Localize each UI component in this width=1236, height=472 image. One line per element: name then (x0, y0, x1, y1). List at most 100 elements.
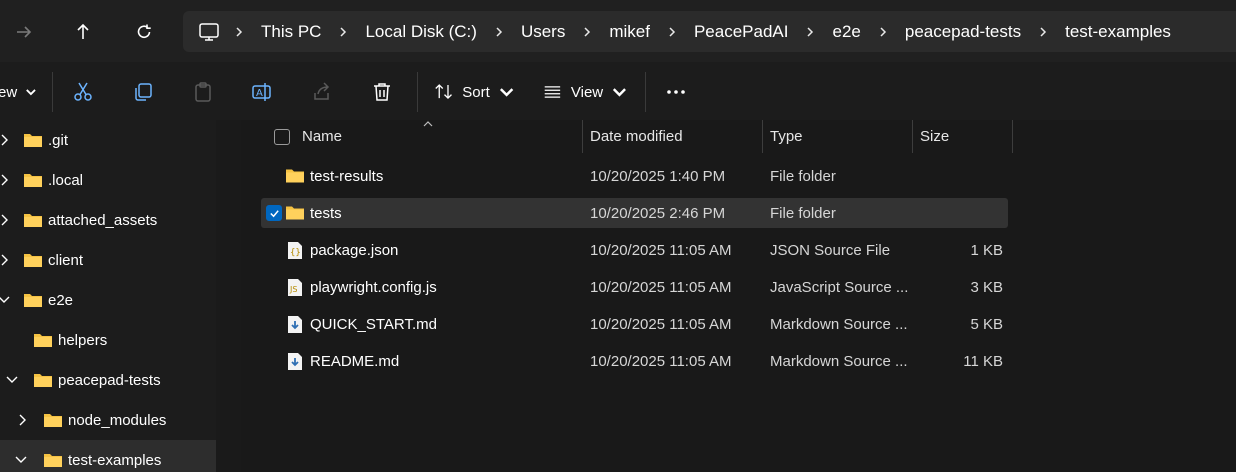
share-icon (314, 82, 330, 100)
sort-label: Sort (462, 83, 490, 101)
chevron-right-icon[interactable] (0, 253, 12, 267)
file-type: File folder (770, 204, 836, 222)
file-date: 10/20/2025 2:46 PM (590, 204, 726, 222)
breadcrumb-separator-icon[interactable] (1035, 26, 1051, 38)
column-header-label: Name (302, 128, 343, 145)
column-divider[interactable] (762, 120, 763, 153)
column-header-type[interactable]: Type (770, 120, 912, 153)
breadcrumb-separator-icon[interactable] (802, 26, 818, 38)
file-row-readme[interactable]: README.md 10/20/2025 11:05 AM Markdown S… (261, 346, 1008, 376)
breadcrumb-separator-icon[interactable] (579, 26, 595, 38)
column-header-size[interactable]: Size (920, 120, 1012, 153)
breadcrumb-separator-icon[interactable] (335, 26, 351, 38)
file-row-package-json[interactable]: {} package.json 10/20/2025 11:05 AM JSON… (261, 235, 1008, 265)
chevron-down-icon[interactable] (14, 453, 28, 467)
scissors-icon (74, 82, 92, 101)
new-button[interactable]: ew (0, 74, 38, 110)
chevron-down-icon (499, 88, 514, 97)
chevron-down-icon (613, 88, 627, 97)
tree-item-label: .local (48, 171, 84, 189)
column-header-name[interactable]: Name (302, 120, 582, 153)
view-label: View (570, 83, 604, 101)
cut-button[interactable] (64, 74, 102, 110)
address-row: This PC Local Disk (C:) Users mikef Peac… (0, 0, 1236, 62)
breadcrumb-this-pc[interactable]: This PC (247, 22, 335, 42)
view-button[interactable]: View (543, 74, 629, 110)
copy-icon (135, 83, 152, 101)
file-list: Name Date modified Type Size test-result… (241, 120, 1236, 472)
markdown-file-icon (288, 316, 302, 333)
breadcrumb-peacepadai[interactable]: PeacePadAI (680, 22, 803, 42)
rename-button[interactable]: A (243, 74, 281, 110)
chevron-right-icon[interactable] (0, 133, 12, 147)
breadcrumb-users[interactable]: Users (507, 22, 579, 42)
tree-item-label: peacepad-tests (58, 371, 161, 389)
file-row-playwright-config[interactable]: JS playwright.config.js 10/20/2025 11:05… (261, 272, 1008, 302)
column-divider[interactable] (582, 120, 583, 153)
file-type: File folder (770, 167, 836, 185)
file-name: playwright.config.js (310, 278, 437, 296)
folder-icon (24, 294, 42, 307)
tree-item-local[interactable]: .local (0, 160, 216, 200)
breadcrumb-separator-icon[interactable] (231, 26, 247, 38)
file-date: 10/20/2025 11:05 AM (590, 352, 732, 370)
sort-icon (435, 84, 452, 100)
select-all-checkbox[interactable] (274, 129, 290, 145)
file-row-quick-start[interactable]: QUICK_START.md 10/20/2025 11:05 AM Markd… (261, 309, 1008, 339)
breadcrumb-mikef[interactable]: mikef (595, 22, 664, 42)
tree-item-git[interactable]: .git (0, 120, 216, 160)
chevron-down-icon[interactable] (5, 373, 19, 387)
sort-button[interactable]: Sort (434, 74, 516, 110)
up-button[interactable] (65, 14, 101, 50)
rename-icon: A (252, 83, 271, 101)
tree-item-peacepad-tests[interactable]: peacepad-tests (0, 360, 216, 400)
tree-item-label: client (48, 251, 84, 269)
file-date: 10/20/2025 11:05 AM (590, 315, 732, 333)
column-divider[interactable] (1012, 120, 1013, 153)
file-row-tests[interactable]: tests 10/20/2025 2:46 PM File folder (261, 198, 1008, 228)
file-type: JSON Source File (770, 241, 891, 259)
delete-button[interactable] (363, 74, 401, 110)
breadcrumb-e2e[interactable]: e2e (818, 22, 874, 42)
chevron-right-icon[interactable] (16, 413, 30, 427)
tree-item-client[interactable]: client (0, 240, 216, 280)
tree-item-attached-assets[interactable]: attached_assets (0, 200, 216, 240)
breadcrumb-local-disk[interactable]: Local Disk (C:) (351, 22, 490, 42)
tree-item-helpers[interactable]: helpers (0, 320, 216, 360)
svg-text:A: A (256, 88, 263, 99)
tree-item-e2e[interactable]: e2e (0, 280, 216, 320)
chevron-right-icon[interactable] (0, 213, 12, 227)
folder-icon (24, 134, 42, 147)
column-header-label: Size (920, 128, 950, 145)
file-row-test-results[interactable]: test-results 10/20/2025 1:40 PM File fol… (261, 161, 1008, 191)
share-button[interactable] (303, 74, 341, 110)
pane-divider[interactable] (216, 120, 241, 472)
column-header-date-modified[interactable]: Date modified (590, 120, 762, 153)
refresh-button[interactable] (126, 14, 162, 50)
file-name: tests (310, 204, 342, 222)
tree-item-test-examples[interactable]: test-examples (0, 440, 216, 472)
column-divider[interactable] (912, 120, 913, 153)
chevron-down-icon[interactable] (0, 293, 11, 307)
tree-item-node-modules[interactable]: node_modules (0, 400, 216, 440)
file-name: package.json (310, 241, 399, 259)
row-checkbox[interactable] (266, 205, 282, 221)
paste-button[interactable] (184, 74, 222, 110)
more-options-button[interactable] (656, 74, 696, 110)
file-size (921, 161, 1003, 191)
chevron-right-icon[interactable] (0, 173, 12, 187)
tree-item-label: .git (48, 131, 69, 149)
copy-button[interactable] (124, 74, 162, 110)
breadcrumb-separator-icon[interactable] (664, 26, 680, 38)
file-size: 5 KB (970, 315, 1003, 333)
forward-arrow-icon (17, 26, 32, 38)
folder-icon (286, 206, 304, 220)
breadcrumb-peacepad-tests[interactable]: peacepad-tests (891, 22, 1035, 42)
tree-item-label: attached_assets (48, 211, 158, 229)
breadcrumb-test-examples[interactable]: test-examples (1051, 22, 1185, 42)
address-bar[interactable]: This PC Local Disk (C:) Users mikef Peac… (183, 11, 1236, 52)
breadcrumb-separator-icon[interactable] (875, 26, 891, 38)
breadcrumb-separator-icon[interactable] (491, 26, 507, 38)
forward-button[interactable] (6, 14, 42, 50)
file-size (921, 198, 1003, 228)
